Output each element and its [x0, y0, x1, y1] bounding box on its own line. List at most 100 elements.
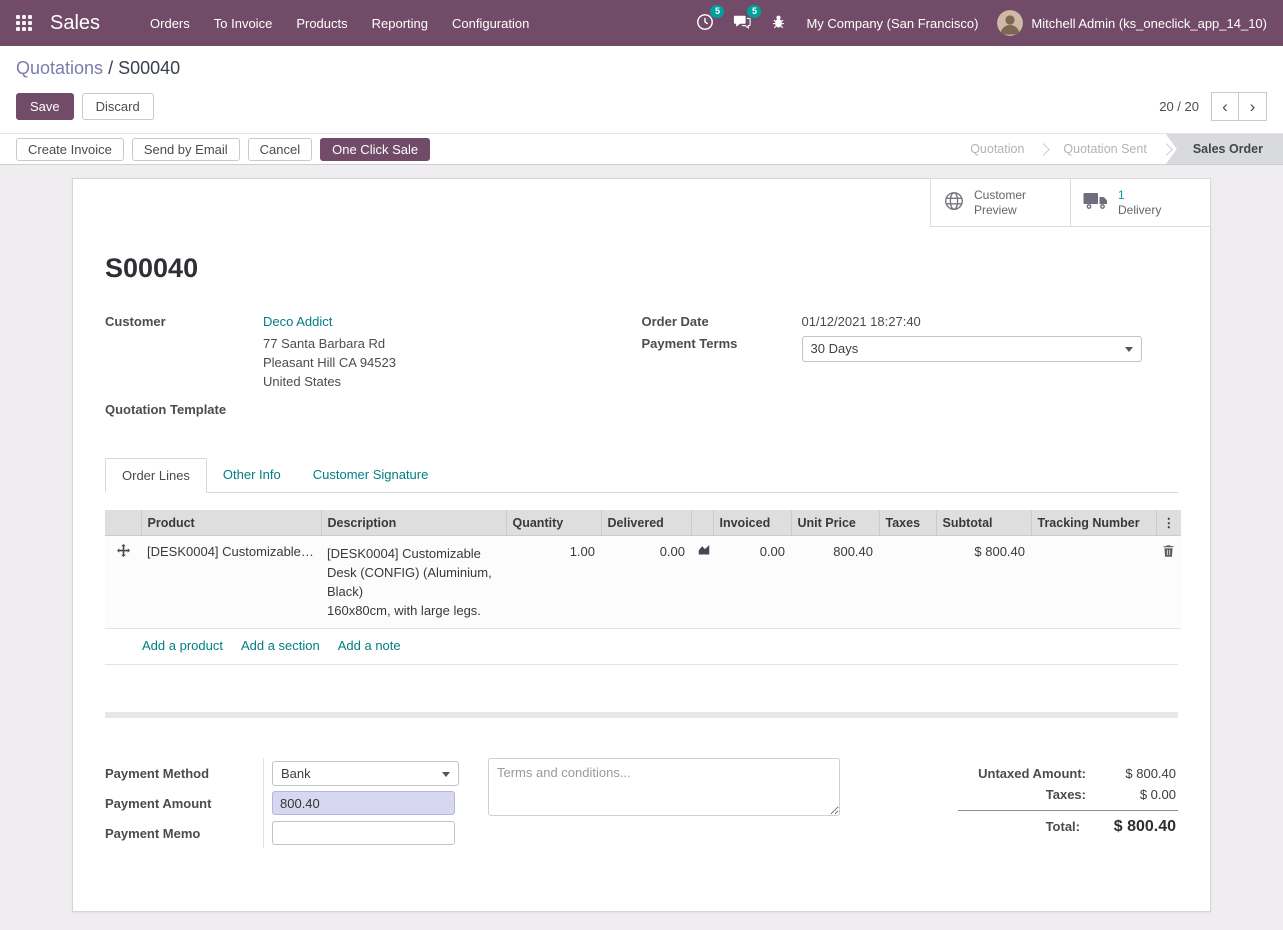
customer-address: 77 Santa Barbara Rd Pleasant Hill CA 945…: [263, 334, 642, 391]
product-column-header[interactable]: Product: [141, 510, 321, 536]
menu-reporting[interactable]: Reporting: [360, 10, 440, 37]
stage-quotation-sent[interactable]: Quotation Sent: [1043, 134, 1166, 164]
save-button[interactable]: Save: [16, 93, 74, 120]
tab-customer-signature[interactable]: Customer Signature: [297, 458, 445, 492]
chevron-down-icon: [442, 772, 450, 777]
field-groups: Customer Deco Addict 77 Santa Barbara Rd…: [73, 312, 1210, 422]
pager-previous-button[interactable]: ‹: [1211, 92, 1239, 121]
pager-next-button[interactable]: ›: [1239, 92, 1267, 121]
invoiced-column-header[interactable]: Invoiced: [713, 510, 791, 536]
menu-to-invoice[interactable]: To Invoice: [202, 10, 285, 37]
address-city: Pleasant Hill CA 94523: [263, 353, 642, 372]
user-menu[interactable]: Mitchell Admin (ks_oneclick_app_14_10): [997, 10, 1267, 36]
activities-button[interactable]: 5: [696, 13, 714, 34]
send-by-email-button[interactable]: Send by Email: [132, 138, 240, 161]
terms-and-conditions-textarea[interactable]: [488, 758, 840, 816]
form-sheet: Customer Preview 1 Delivery S00040 Custo…: [72, 178, 1211, 912]
order-line-row[interactable]: [DESK0004] Customizable … [DESK0004] Cus…: [105, 536, 1181, 629]
notebook-tabs: Order Lines Other Info Customer Signatur…: [105, 458, 1178, 493]
app-name[interactable]: Sales: [50, 12, 100, 35]
menu-configuration[interactable]: Configuration: [440, 10, 541, 37]
payment-amount-input[interactable]: [272, 791, 455, 815]
cell-subtotal[interactable]: $ 800.40: [936, 536, 1031, 629]
delivery-count: 1: [1118, 188, 1161, 203]
cell-delivered[interactable]: 0.00: [601, 536, 691, 629]
terms-box: [488, 758, 840, 819]
drag-handle-icon[interactable]: [105, 536, 141, 629]
optional-columns-icon[interactable]: ⋮: [1156, 510, 1181, 536]
order-date-label: Order Date: [642, 312, 802, 329]
customer-link[interactable]: Deco Addict: [263, 314, 332, 329]
company-switcher[interactable]: My Company (San Francisco): [806, 16, 978, 31]
cell-quantity[interactable]: 1.00: [506, 536, 601, 629]
delete-line-icon[interactable]: [1156, 536, 1181, 629]
taxes-value: $ 0.00: [1086, 787, 1176, 802]
stage-quotation[interactable]: Quotation: [950, 134, 1044, 164]
customer-preview-label-line1: Customer: [974, 188, 1026, 203]
breadcrumb-quotations-link[interactable]: Quotations: [16, 58, 103, 78]
menu-orders[interactable]: Orders: [138, 10, 202, 37]
description-column-header[interactable]: Description: [321, 510, 506, 536]
button-box: Customer Preview 1 Delivery: [931, 178, 1211, 227]
payment-method-select[interactable]: Bank: [272, 761, 459, 786]
cancel-button[interactable]: Cancel: [248, 138, 312, 161]
create-invoice-button[interactable]: Create Invoice: [16, 138, 124, 161]
quantity-column-header[interactable]: Quantity: [506, 510, 601, 536]
top-navbar: Sales Orders To Invoice Products Reporti…: [0, 0, 1283, 46]
tab-other-info[interactable]: Other Info: [207, 458, 297, 492]
apps-menu-icon[interactable]: [16, 15, 32, 31]
untaxed-amount-value: $ 800.40: [1086, 766, 1176, 781]
navbar-systray: 5 5 My Company (San Francisco) Mitchell …: [696, 10, 1267, 36]
form-statusbar: Create Invoice Send by Email Cancel One …: [0, 133, 1283, 165]
forecast-column-header: [691, 510, 713, 536]
handle-column-header: [105, 510, 141, 536]
taxes-column-header[interactable]: Taxes: [879, 510, 936, 536]
cell-tracking-number[interactable]: [1031, 536, 1156, 629]
forecast-chart-icon[interactable]: [691, 536, 713, 629]
messages-button[interactable]: 5: [733, 13, 751, 34]
globe-icon: [943, 190, 965, 215]
address-country: United States: [263, 372, 642, 391]
discard-button[interactable]: Discard: [82, 93, 154, 120]
tab-order-lines[interactable]: Order Lines: [105, 458, 207, 493]
table-footer-links: Add a product Add a section Add a note: [105, 629, 1178, 665]
cell-product[interactable]: [DESK0004] Customizable …: [141, 536, 321, 629]
main-menu: Orders To Invoice Products Reporting Con…: [138, 10, 696, 37]
order-lines-table: Product Description Quantity Delivered I…: [105, 510, 1178, 665]
right-field-group: Order Date 01/12/2021 18:27:40 Payment T…: [642, 312, 1179, 422]
cell-description[interactable]: [DESK0004] Customizable Desk (CONFIG) (A…: [321, 536, 506, 629]
delivered-column-header[interactable]: Delivered: [601, 510, 691, 536]
stage-sales-order[interactable]: Sales Order: [1166, 134, 1283, 164]
menu-products[interactable]: Products: [284, 10, 359, 37]
unit-price-column-header[interactable]: Unit Price: [791, 510, 879, 536]
user-name: Mitchell Admin (ks_oneclick_app_14_10): [1031, 16, 1267, 31]
order-date-value[interactable]: 01/12/2021 18:27:40: [802, 312, 1179, 329]
tracking-number-column-header[interactable]: Tracking Number: [1031, 510, 1156, 536]
one-click-sale-button[interactable]: One Click Sale: [320, 138, 430, 161]
breadcrumb-separator: /: [108, 58, 113, 78]
payment-terms-select[interactable]: 30 Days: [802, 336, 1142, 362]
breadcrumb: Quotations / S00040: [16, 58, 1267, 79]
add-a-section-link[interactable]: Add a section: [241, 638, 320, 653]
debug-button[interactable]: [770, 13, 787, 33]
payment-terms-label: Payment Terms: [642, 334, 802, 362]
payment-memo-input[interactable]: [272, 821, 455, 845]
order-title: S00040: [105, 253, 1210, 284]
customer-preview-button[interactable]: Customer Preview: [930, 178, 1071, 227]
bottom-section: Payment Method Payment Amount Payment Me…: [105, 758, 1178, 848]
control-panel-actions: Save Discard 20 / 20 ‹ ›: [16, 92, 1267, 121]
cell-invoiced[interactable]: 0.00: [713, 536, 791, 629]
payment-group: Payment Method Payment Amount Payment Me…: [105, 758, 451, 848]
delivery-button[interactable]: 1 Delivery: [1070, 178, 1211, 227]
subtotal-column-header[interactable]: Subtotal: [936, 510, 1031, 536]
cell-unit-price[interactable]: 800.40: [791, 536, 879, 629]
cell-taxes[interactable]: [879, 536, 936, 629]
add-a-product-link[interactable]: Add a product: [142, 638, 223, 653]
taxes-label: Taxes:: [1046, 787, 1086, 802]
add-a-note-link[interactable]: Add a note: [338, 638, 401, 653]
bug-icon: [770, 13, 787, 33]
untaxed-amount-label: Untaxed Amount:: [978, 766, 1086, 781]
statusbar-buttons: Create Invoice Send by Email Cancel One …: [16, 134, 950, 164]
quotation-template-field[interactable]: [263, 400, 642, 417]
breadcrumb-current: S00040: [118, 58, 180, 78]
